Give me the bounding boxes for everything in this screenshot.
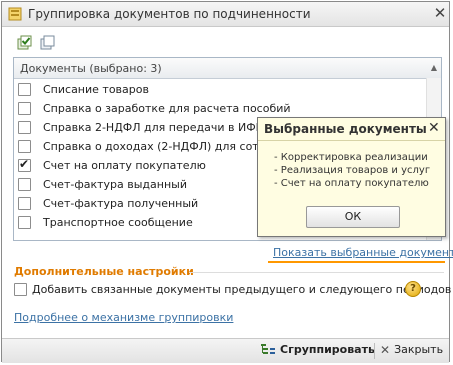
list-item-checkbox[interactable]	[18, 216, 31, 229]
list-item-checkbox[interactable]	[18, 83, 31, 96]
title-bar: Группировка документов по подчиненности …	[2, 2, 449, 27]
documents-list-header[interactable]: Документы (выбрано: 3) ▲	[14, 58, 441, 79]
show-selected-documents-link[interactable]: Показать выбранные документы	[273, 246, 453, 259]
window-title: Группировка документов по подчиненности	[28, 7, 311, 21]
group-button-label: Сгруппировать	[280, 343, 375, 356]
more-about-grouping-link[interactable]: Подробнее о механизме группировки	[14, 311, 233, 324]
list-item-label: Справка о доходах (2-НДФЛ) для сотрудн	[43, 140, 287, 153]
group-icon	[261, 344, 275, 354]
list-item-label: Справка о заработке для расчета пособий	[43, 102, 291, 115]
list-item-label: Счет-фактура полученный	[43, 197, 199, 210]
list-item-checkbox[interactable]	[18, 140, 31, 153]
list-item-label: Справка 2-НДФЛ для передачи в ИФНС	[43, 121, 272, 134]
list-item[interactable]: Списание товаров	[14, 80, 427, 99]
list-item-label: Счет на оплату покупателю	[43, 159, 206, 172]
window-close-icon[interactable]: ✕	[432, 5, 448, 21]
section-divider	[189, 272, 444, 273]
close-button[interactable]: ✕ Закрыть	[380, 343, 443, 359]
group-button[interactable]: Сгруппировать	[260, 343, 375, 359]
check-all-icon[interactable]	[17, 35, 33, 51]
additional-settings-title: Дополнительные настройки	[14, 265, 194, 278]
popup-divider	[258, 140, 445, 141]
popup-title: Выбранные документы	[264, 122, 427, 136]
scroll-up-arrow-icon[interactable]: ▲	[428, 62, 440, 74]
footer-separator	[374, 343, 375, 359]
window-icon	[8, 7, 22, 21]
close-button-label: Закрыть	[394, 343, 444, 356]
list-item-checkbox[interactable]	[18, 121, 31, 134]
show-link-highlight	[268, 261, 445, 263]
popup-document-line: - Счет на оплату покупателю	[274, 178, 429, 189]
list-item-checkbox[interactable]	[18, 178, 31, 191]
add-related-documents-label[interactable]: Добавить связанные документы предыдущего…	[32, 283, 451, 296]
uncheck-all-icon[interactable]	[40, 35, 56, 51]
popup-document-line: - Корректировка реализации	[274, 152, 428, 163]
help-icon[interactable]: ?	[405, 281, 421, 297]
list-item[interactable]: Справка о заработке для расчета пособий	[14, 99, 427, 118]
close-icon: ✕	[380, 343, 391, 357]
footer-bar: Сгруппировать ✕ Закрыть	[2, 338, 449, 363]
selected-documents-popup: Выбранные документы ✕ - Корректировка ре…	[257, 117, 446, 237]
checkmark-icon: ✔	[19, 157, 30, 171]
popup-close-icon[interactable]: ✕	[428, 120, 440, 136]
list-item-label: Счет-фактура выданный	[43, 178, 187, 191]
popup-document-line: - Реализация товаров и услуг	[274, 165, 431, 176]
documents-list-header-label: Документы (выбрано: 3)	[20, 62, 162, 75]
list-item-label: Транспортное сообщение	[43, 216, 193, 229]
list-item-checkbox-checked[interactable]: ✔	[18, 157, 31, 172]
ok-button[interactable]: ОК	[306, 206, 400, 228]
list-item-checkbox[interactable]	[18, 102, 31, 115]
list-item-checkbox[interactable]	[18, 197, 31, 210]
add-related-documents-checkbox[interactable]	[14, 283, 27, 296]
list-item-label: Списание товаров	[43, 83, 149, 96]
dialog-window: Группировка документов по подчиненности …	[1, 1, 453, 363]
